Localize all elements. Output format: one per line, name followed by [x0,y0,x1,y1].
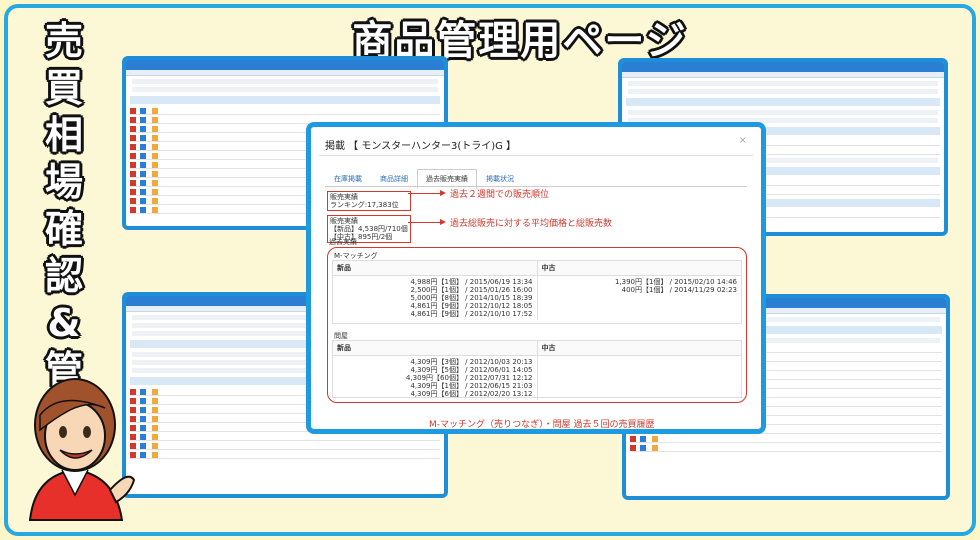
table-row: 400円【1個】 / 2014/11/29 02:23 [621,286,737,294]
table-row: 4,861円【9個】 / 2012/10/10 17:52 [410,310,533,318]
past-results-label: 過去実績 [329,238,357,246]
table-row: 4,861円【9個】 / 2012/10/12 18:05 [410,302,533,310]
vertical-title-char: & [47,301,81,345]
dialog-title: 掲載 【 モンスターハンター3(トライ)G 】 [325,141,517,152]
close-icon[interactable]: × [739,135,747,146]
vertical-title-char: 買 [44,66,83,110]
tonya-header-used: 中古 [536,341,742,355]
table-row: 4,309円【5個】 / 2012/06/01 14:05 [410,366,533,374]
character-illustration [28,378,136,521]
table-row: 4,309円【60個】 / 2012/07/31 12:12 [406,374,533,382]
mmatching-used-column: 1,390円【1個】 / 2015/02/10 14:46 400円【1個】 /… [536,276,742,320]
vertical-title-char: 相 [44,113,83,157]
sales-rank-box: 販売実績 ランキング:17,383位 [327,191,411,211]
avg-price-new: 【新品】4,538円/710個 [330,225,408,233]
mmatching-new-column: 4,988円【1個】 / 2015/06/19 13:34 2,500円【1個】… [333,276,537,320]
avg-annotation: 過去総販売に対する平均価格と総販売数 [450,219,613,229]
mmatching-table: 新品 中古 4,988円【1個】 / 2015/06/19 13:34 2,50… [332,260,742,324]
table-row: 4,309円【1個】 / 2012/06/15 21:03 [410,382,533,390]
vertical-title-char: 認 [44,254,83,298]
rank-annotation: 過去２週間での販売順位 [450,190,550,200]
rank-arrow [408,193,442,194]
vertical-title-char: 場 [44,160,83,204]
tonya-table: 新品 中古 4,309円【3個】 / 2012/10/03 20:13 4,30… [332,340,742,400]
table-row: 1,390円【1個】 / 2015/02/10 14:46 [614,278,737,286]
tonya-header-new: 新品 [337,344,351,352]
avg-arrow [408,222,442,223]
history-annotation: M-マッチング（売りつなぎ）・問屋 過去５回の売買履歴 [429,420,655,430]
table-row: 2,500円【1個】 / 2015/01/26 16:00 [410,286,533,294]
mmatching-header-used: 中古 [536,261,742,275]
tonya-new-column: 4,309円【3個】 / 2012/10/03 20:13 4,309円【5個】… [333,356,537,400]
table-row: 4,309円【3個】 / 2012/10/03 20:13 [410,358,533,366]
vertical-title-char: 売 [44,19,83,63]
sales-rank-value: ランキング:17,383位 [330,201,399,209]
table-row: 4,309円【6個】 / 2012/02/20 13:12 [410,390,533,398]
sales-rank-label: 販売実績 [330,193,358,201]
avg-price-label: 販売実績 [330,217,358,225]
table-row: 4,988円【1個】 / 2015/06/19 13:34 [410,278,533,286]
rank-arrow-head [440,190,446,196]
mmatching-header-new: 新品 [337,264,351,272]
history-highlight-box: M-マッチング 新品 中古 4,988円【1個】 / 2015/06/19 13… [327,247,747,403]
vertical-title-char: 確 [44,207,83,251]
table-row: 5,000円【8個】 / 2014/10/15 18:39 [410,294,533,302]
product-detail-dialog: 掲載 【 モンスターハンター3(トライ)G 】 × 在庫掲載 商品詳細 過去販売… [306,122,766,434]
avg-arrow-head [440,219,446,225]
tonya-used-column [536,356,742,400]
